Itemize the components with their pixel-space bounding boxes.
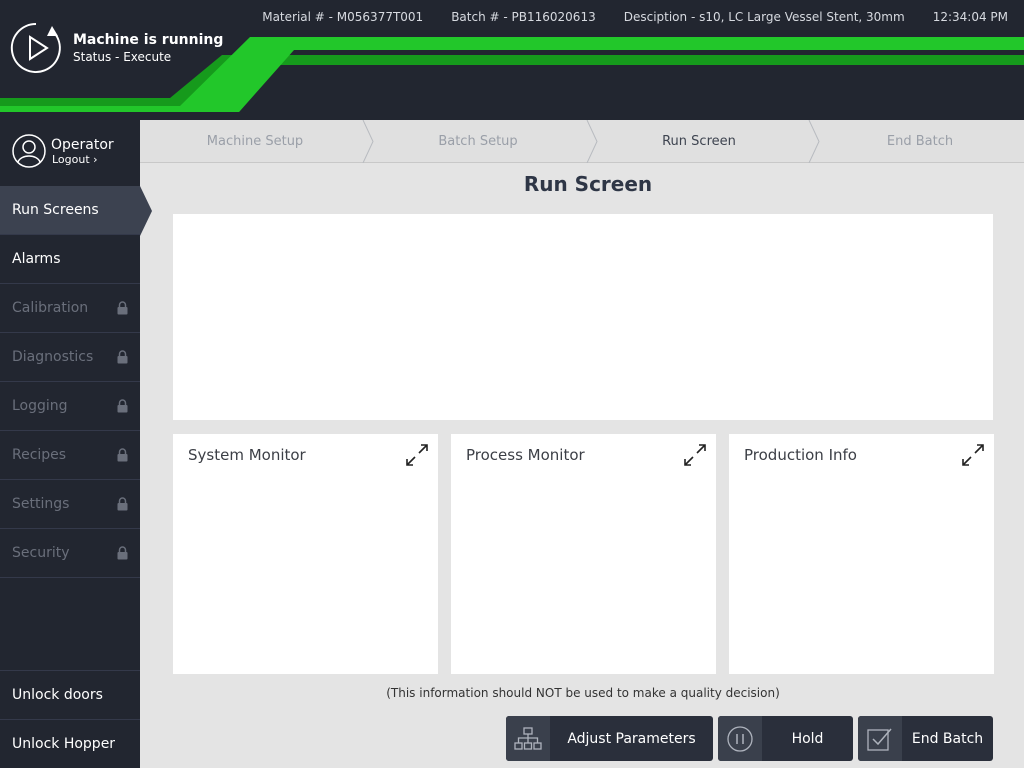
- lock-icon: [117, 301, 128, 315]
- material-number: Material # - M056377T001: [262, 10, 424, 24]
- step-label: Run Screen: [662, 134, 736, 149]
- machine-status-title: Machine is running: [73, 32, 224, 48]
- hold-button[interactable]: Hold: [718, 716, 853, 761]
- lock-icon: [117, 350, 128, 364]
- production-info-card: Production Info: [729, 434, 994, 674]
- sidebar-item-label: Alarms: [12, 251, 61, 267]
- step-machine-setup[interactable]: Machine Setup: [140, 120, 370, 163]
- chevron-right-icon: ›: [93, 153, 98, 166]
- machine-status-sub: Status - Execute: [73, 50, 172, 64]
- card-title: Process Monitor: [466, 446, 585, 464]
- checkbox-check-icon: [858, 716, 902, 761]
- page-title: Run Screen: [523, 172, 653, 196]
- unlock-doors-button[interactable]: Unlock doors: [0, 670, 140, 719]
- end-batch-button[interactable]: End Batch: [858, 716, 993, 761]
- card-title: Production Info: [744, 446, 857, 464]
- step-run-screen[interactable]: Run Screen: [594, 120, 804, 163]
- step-label: End Batch: [886, 134, 954, 149]
- sidebar-item-label: Logging: [12, 398, 68, 414]
- sidebar-item-alarms[interactable]: Alarms: [0, 235, 140, 284]
- sidebar-item-diagnostics[interactable]: Diagnostics: [0, 333, 140, 382]
- batch-info-bar: Material # - M056377T001 Batch # - PB116…: [262, 10, 1008, 24]
- logout-link[interactable]: Logout ›: [52, 153, 98, 166]
- lock-icon: [117, 399, 128, 413]
- product-description: Desciption - s10, LC Large Vessel Stent,…: [623, 10, 905, 24]
- hierarchy-icon: [506, 716, 550, 761]
- lock-icon: [117, 448, 128, 462]
- step-end-batch[interactable]: End Batch: [816, 120, 1024, 163]
- step-label: Batch Setup: [438, 134, 518, 149]
- sidebar-item-recipes[interactable]: Recipes: [0, 431, 140, 480]
- process-monitor-card: Process Monitor: [451, 434, 716, 674]
- unlock-hopper-button[interactable]: Unlock Hopper: [0, 719, 140, 768]
- step-label: Machine Setup: [206, 134, 304, 149]
- unlock-doors-label: Unlock doors: [12, 687, 103, 703]
- expand-icon[interactable]: [682, 442, 708, 468]
- sidebar-item-label: Diagnostics: [12, 349, 94, 365]
- logout-label: Logout: [52, 153, 90, 166]
- sidebar-item-label: Security: [12, 545, 70, 561]
- breadcrumb: Machine Setup Batch Setup Run Screen End…: [140, 120, 1024, 163]
- lock-icon: [117, 546, 128, 560]
- end-batch-label: End Batch: [911, 730, 984, 747]
- sidebar-item-settings[interactable]: Settings: [0, 480, 140, 529]
- lock-icon: [117, 497, 128, 511]
- sidebar-item-label: Recipes: [12, 447, 67, 463]
- header: Machine is running Status - Execute Mate…: [0, 0, 1024, 120]
- adjust-parameters-button[interactable]: Adjust Parameters: [506, 716, 713, 761]
- sidebar-item-logging[interactable]: Logging: [0, 382, 140, 431]
- step-batch-setup[interactable]: Batch Setup: [370, 120, 586, 163]
- unlock-hopper-label: Unlock Hopper: [12, 736, 116, 752]
- batch-number: Batch # - PB116020613: [451, 10, 596, 24]
- pause-icon: [718, 716, 762, 761]
- sidebar-item-label: Run Screens: [12, 202, 99, 218]
- machine-running-icon: [10, 22, 61, 73]
- sidebar-item-calibration[interactable]: Calibration: [0, 284, 140, 333]
- expand-icon[interactable]: [960, 442, 986, 468]
- sidebar-item-label: Calibration: [12, 300, 89, 316]
- operator-panel: Operator Logout ›: [0, 120, 140, 184]
- hold-label: Hold: [791, 730, 824, 747]
- system-monitor-card: System Monitor: [173, 434, 438, 674]
- quality-disclaimer: (This information should NOT be used to …: [386, 686, 780, 700]
- sidebar-item-run-screens[interactable]: Run Screens: [0, 186, 140, 235]
- operator-name: Operator: [51, 137, 114, 153]
- main-display-panel: [173, 214, 993, 420]
- sidebar-item-label: Settings: [12, 496, 70, 512]
- expand-icon[interactable]: [404, 442, 430, 468]
- sidebar-item-security[interactable]: Security: [0, 529, 140, 578]
- clock: 12:34:04 PM: [932, 10, 1008, 24]
- adjust-parameters-label: Adjust Parameters: [567, 730, 696, 747]
- user-avatar-icon: [12, 134, 46, 168]
- card-title: System Monitor: [188, 446, 306, 464]
